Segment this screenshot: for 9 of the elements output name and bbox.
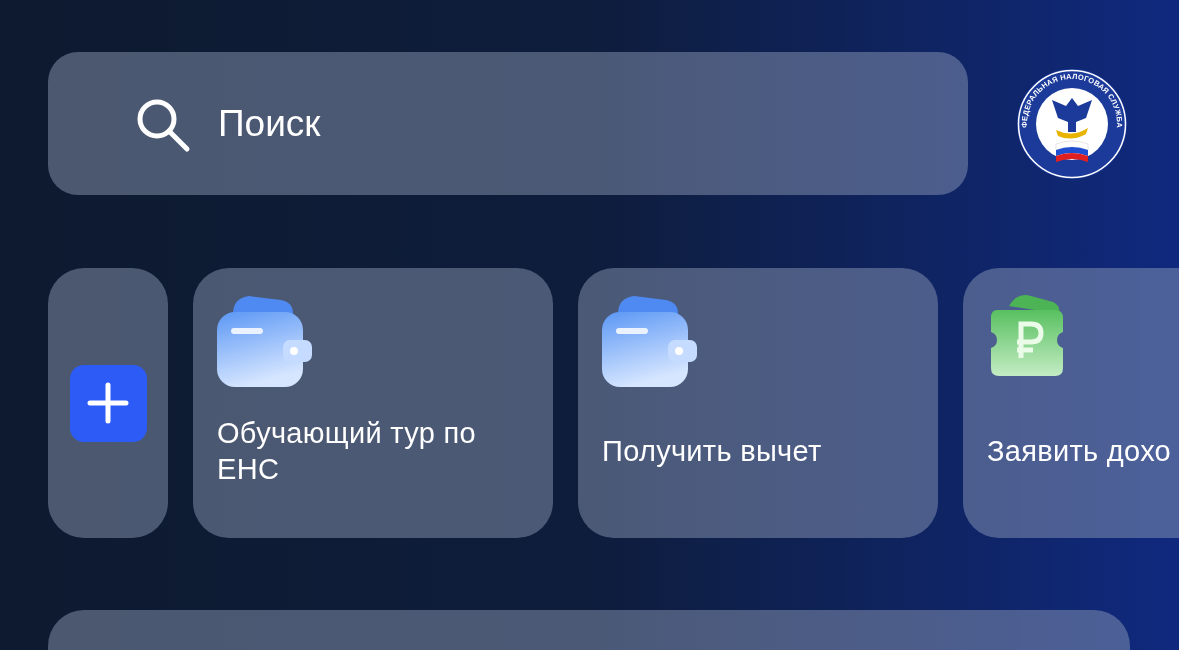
search-field[interactable]: Поиск <box>218 102 818 145</box>
shortcut-card[interactable]: Заявить дохо <box>963 268 1179 538</box>
shortcut-label: Обучающий тур по ЕНС <box>217 416 477 487</box>
shortcut-label: Заявить дохо <box>987 434 1172 469</box>
shortcut-card[interactable]: Обучающий тур по ЕНС <box>193 268 553 538</box>
plus-icon <box>86 381 130 425</box>
shortcut-label: Получить вычет <box>602 434 822 469</box>
add-button[interactable] <box>69 364 147 442</box>
shortcut-card[interactable]: Получить вычет <box>578 268 938 538</box>
